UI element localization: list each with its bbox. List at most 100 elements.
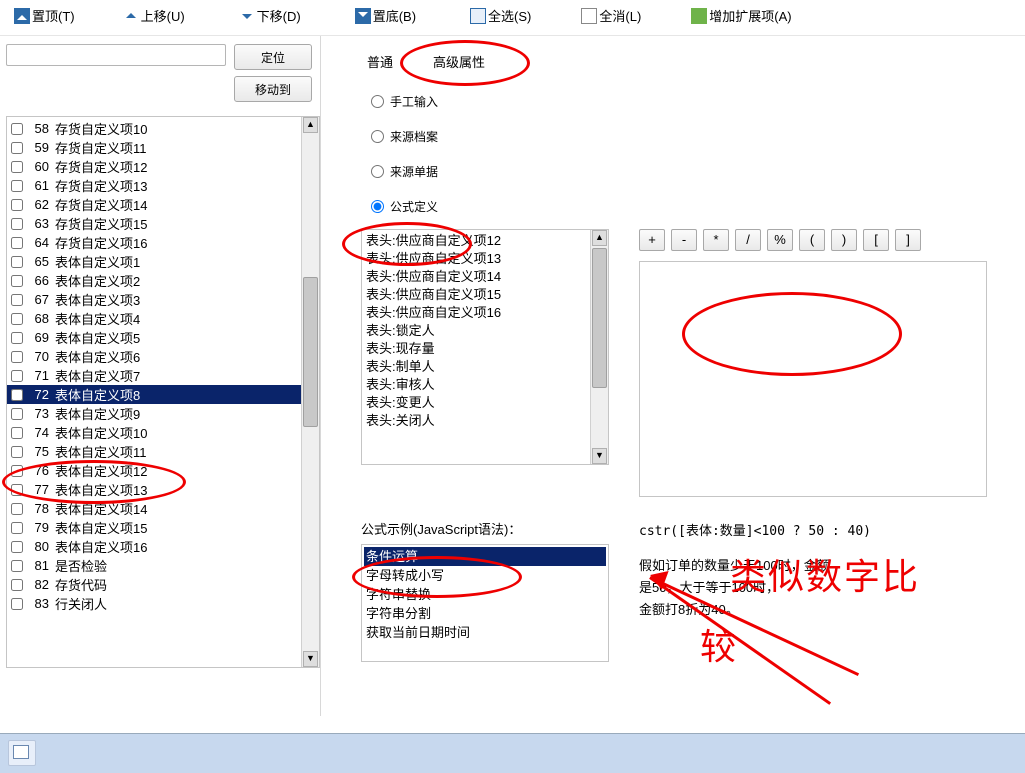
tab-normal[interactable]: 普通 <box>361 50 399 73</box>
row-checkbox[interactable] <box>11 180 23 192</box>
list-item[interactable]: 79表体自定义项15 <box>7 518 301 537</box>
example-item[interactable]: 条件运算 <box>364 547 606 566</box>
field-item[interactable]: 表头:变更人 <box>366 394 586 412</box>
filter-input[interactable] <box>6 44 226 66</box>
field-item[interactable]: 表头:供应商自定义项13 <box>366 250 586 268</box>
row-checkbox[interactable] <box>11 389 23 401</box>
row-checkbox[interactable] <box>11 332 23 344</box>
list-item[interactable]: 76表体自定义项12 <box>7 461 301 480</box>
field-item[interactable]: 表头:审核人 <box>366 376 586 394</box>
list-item[interactable]: 73表体自定义项9 <box>7 404 301 423</box>
field-item[interactable]: 表头:供应商自定义项16 <box>366 304 586 322</box>
row-checkbox[interactable] <box>11 313 23 325</box>
row-checkbox[interactable] <box>11 541 23 553</box>
scroll-thumb[interactable] <box>303 277 318 427</box>
list-item[interactable]: 61存货自定义项13 <box>7 176 301 195</box>
row-checkbox[interactable] <box>11 237 23 249</box>
list-item[interactable]: 64存货自定义项16 <box>7 233 301 252</box>
row-checkbox[interactable] <box>11 446 23 458</box>
moveto-button[interactable]: 移动到 <box>234 76 312 102</box>
row-checkbox[interactable] <box>11 560 23 572</box>
field-item[interactable]: 表头:锁定人 <box>366 322 586 340</box>
row-checkbox[interactable] <box>11 598 23 610</box>
operator-button[interactable]: % <box>767 229 793 251</box>
row-checkbox[interactable] <box>11 142 23 154</box>
list-item[interactable]: 63存货自定义项15 <box>7 214 301 233</box>
radio-srcfile[interactable]: 来源档案 <box>371 128 1025 145</box>
list-item[interactable]: 82存货代码 <box>7 575 301 594</box>
scroll-up-icon[interactable]: ▲ <box>303 117 318 133</box>
fields-scrollbar[interactable]: ▲ ▼ <box>590 230 608 464</box>
example-item[interactable]: 字符串替换 <box>366 585 604 604</box>
row-checkbox[interactable] <box>11 199 23 211</box>
list-item[interactable]: 65表体自定义项1 <box>7 252 301 271</box>
toolbar-bottom[interactable]: 置底(B) <box>355 6 416 25</box>
row-checkbox[interactable] <box>11 294 23 306</box>
toolbar-addext[interactable]: 增加扩展项(A) <box>691 6 791 25</box>
operator-button[interactable]: - <box>671 229 697 251</box>
list-item[interactable]: 75表体自定义项11 <box>7 442 301 461</box>
row-checkbox[interactable] <box>11 275 23 287</box>
field-item[interactable]: 表头:供应商自定义项14 <box>366 268 586 286</box>
list-item[interactable]: 68表体自定义项4 <box>7 309 301 328</box>
operator-button[interactable]: [ <box>863 229 889 251</box>
field-item[interactable]: 表头:供应商自定义项12 <box>366 232 586 250</box>
scroll-down-icon[interactable]: ▼ <box>592 448 607 464</box>
field-item[interactable]: 表头:制单人 <box>366 358 586 376</box>
row-checkbox[interactable] <box>11 161 23 173</box>
row-checkbox[interactable] <box>11 484 23 496</box>
scroll-down-icon[interactable]: ▼ <box>303 651 318 667</box>
example-item[interactable]: 字符串分割 <box>366 604 604 623</box>
list-item[interactable]: 72表体自定义项8 <box>7 385 301 404</box>
list-item[interactable]: 67表体自定义项3 <box>7 290 301 309</box>
toolbar-top[interactable]: 置顶(T) <box>14 6 75 25</box>
operator-button[interactable]: / <box>735 229 761 251</box>
toolbar-up[interactable]: 上移(U) <box>123 6 185 25</box>
scroll-up-icon[interactable]: ▲ <box>592 230 607 246</box>
operator-button[interactable]: * <box>703 229 729 251</box>
scroll-thumb[interactable] <box>592 248 607 388</box>
operator-button[interactable]: ] <box>895 229 921 251</box>
row-checkbox[interactable] <box>11 408 23 420</box>
row-checkbox[interactable] <box>11 370 23 382</box>
list-item[interactable]: 66表体自定义项2 <box>7 271 301 290</box>
list-item[interactable]: 77表体自定义项13 <box>7 480 301 499</box>
row-checkbox[interactable] <box>11 465 23 477</box>
operator-button[interactable]: ) <box>831 229 857 251</box>
row-checkbox[interactable] <box>11 123 23 135</box>
list-item[interactable]: 78表体自定义项14 <box>7 499 301 518</box>
tab-advanced[interactable]: 高级属性 <box>427 50 491 73</box>
row-checkbox[interactable] <box>11 351 23 363</box>
row-checkbox[interactable] <box>11 522 23 534</box>
list-item[interactable]: 69表体自定义项5 <box>7 328 301 347</box>
example-item[interactable]: 字母转成小写 <box>366 566 604 585</box>
operator-button[interactable]: ( <box>799 229 825 251</box>
toolbar-desel[interactable]: 全消(L) <box>581 6 641 25</box>
toolbar-selall[interactable]: 全选(S) <box>470 6 531 25</box>
field-item[interactable]: 表头:现存量 <box>366 340 586 358</box>
row-checkbox[interactable] <box>11 579 23 591</box>
list-item[interactable]: 80表体自定义项16 <box>7 537 301 556</box>
radio-manual[interactable]: 手工输入 <box>371 93 1025 110</box>
row-checkbox[interactable] <box>11 427 23 439</box>
list-item[interactable]: 59存货自定义项11 <box>7 138 301 157</box>
locate-button[interactable]: 定位 <box>234 44 312 70</box>
list-item[interactable]: 60存货自定义项12 <box>7 157 301 176</box>
left-scrollbar[interactable]: ▲ ▼ <box>301 117 319 667</box>
expression-box[interactable] <box>639 261 987 497</box>
row-checkbox[interactable] <box>11 218 23 230</box>
taskbar-app-icon[interactable] <box>8 740 36 766</box>
list-item[interactable]: 62存货自定义项14 <box>7 195 301 214</box>
field-item[interactable]: 表头:供应商自定义项15 <box>366 286 586 304</box>
example-item[interactable]: 获取当前日期时间 <box>366 623 604 642</box>
radio-formula[interactable]: 公式定义 <box>371 198 1025 215</box>
list-item[interactable]: 70表体自定义项6 <box>7 347 301 366</box>
row-checkbox[interactable] <box>11 256 23 268</box>
list-item[interactable]: 71表体自定义项7 <box>7 366 301 385</box>
list-item[interactable]: 81是否检验 <box>7 556 301 575</box>
toolbar-down[interactable]: 下移(D) <box>239 6 301 25</box>
list-item[interactable]: 83行关闭人 <box>7 594 301 613</box>
list-item[interactable]: 74表体自定义项10 <box>7 423 301 442</box>
list-item[interactable]: 58存货自定义项10 <box>7 119 301 138</box>
field-item[interactable]: 表头:关闭人 <box>366 412 586 430</box>
